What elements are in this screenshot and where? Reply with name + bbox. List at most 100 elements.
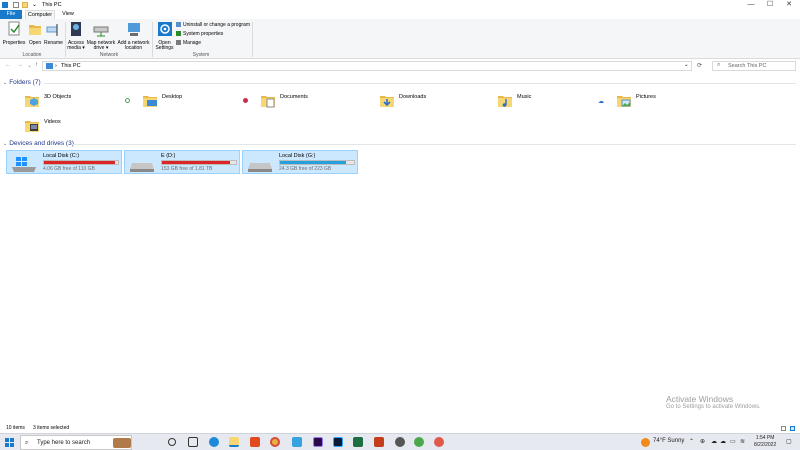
- windows-start-icon[interactable]: [5, 438, 14, 447]
- headphones-app-icon[interactable]: [395, 437, 405, 447]
- system-properties-label: System properties: [183, 31, 224, 37]
- selection-count: 3 items selected: [33, 425, 70, 431]
- refresh-button[interactable]: ⟳: [697, 62, 702, 69]
- address-dropdown-button[interactable]: ⌄: [684, 62, 689, 68]
- drive-usage-fill: [162, 161, 230, 164]
- cloud-icon[interactable]: ☁: [720, 438, 726, 445]
- search-highlight-icon: [113, 438, 131, 448]
- watermark-title: Activate Windows: [666, 394, 734, 404]
- ribbon: Properties Open Rename Location Access m…: [0, 19, 800, 59]
- system-properties-button[interactable]: System properties: [176, 31, 223, 37]
- breadcrumb-this-pc[interactable]: This PC: [61, 63, 81, 69]
- taskbar-search-placeholder: Type here to search: [37, 440, 91, 446]
- forward-button[interactable]: →: [17, 62, 23, 68]
- excel-icon[interactable]: [353, 437, 363, 447]
- folder-name: 3D Objects: [44, 94, 72, 100]
- folder-pictures[interactable]: Pictures: [616, 92, 726, 112]
- utorrent-icon[interactable]: [414, 437, 424, 447]
- manage-button[interactable]: Manage: [176, 40, 201, 46]
- photos-icon[interactable]: [292, 437, 302, 447]
- folder-music[interactable]: Music: [497, 92, 607, 112]
- drive-free-space: 153 GB free of 1.81 TB: [161, 166, 213, 172]
- this-pc-icon: [46, 63, 53, 69]
- edge-icon[interactable]: [209, 437, 219, 447]
- rename-button[interactable]: Rename: [44, 21, 63, 46]
- add-network-location-button[interactable]: Add a network location: [117, 21, 150, 52]
- taskbar-clock[interactable]: 1:54 PM 8/22/2022: [754, 435, 776, 449]
- windows-drive-icon: [12, 157, 36, 172]
- drive-usage-fill: [44, 161, 116, 164]
- details-view-icon[interactable]: [781, 426, 786, 431]
- map-network-drive-button[interactable]: Map network drive ▾: [86, 21, 116, 52]
- quick-access-icon[interactable]: [2, 2, 8, 8]
- photoshop-icon[interactable]: [333, 437, 343, 447]
- sync-status-icon: [125, 98, 130, 103]
- network-drive-icon: [93, 26, 109, 37]
- tab-computer[interactable]: Computer: [25, 10, 55, 19]
- title-bar: ⌄ This PC — ☐ ✕: [0, 0, 800, 10]
- folder-downloads[interactable]: Downloads: [379, 92, 489, 112]
- group-network-label: Network: [99, 52, 119, 58]
- address-bar-row: ← → ⌄ ↑ › This PC ⌄ ⟳ ⌕ Search This PC: [0, 59, 800, 73]
- ribbon-tabs: File Computer View: [0, 10, 800, 19]
- battery-icon[interactable]: ▭: [730, 438, 736, 445]
- add-network-location-label: Add a network location: [117, 39, 150, 51]
- whatsapp-icon[interactable]: [434, 437, 444, 447]
- back-button[interactable]: ←: [5, 62, 11, 68]
- show-hidden-icons-icon[interactable]: ⌃: [689, 438, 694, 445]
- weather-text[interactable]: 74°F Sunny: [653, 438, 684, 444]
- properties-button[interactable]: Properties: [2, 21, 26, 46]
- cloud-sync-icon: ☁: [598, 99, 604, 105]
- drive-tile[interactable]: Local Disk (C:) 4.06 GB free of 110 GB: [6, 150, 122, 174]
- videos-folder-icon: [25, 121, 39, 132]
- close-button[interactable]: ✕: [778, 0, 800, 10]
- folders-section-header[interactable]: ⌄ Folders (7): [0, 79, 800, 87]
- devices-section-header[interactable]: ⌄ Devices and drives (3): [0, 140, 800, 148]
- wifi-icon[interactable]: ≋: [740, 438, 745, 445]
- tab-file[interactable]: File: [0, 10, 22, 19]
- folder-videos[interactable]: Videos: [24, 117, 134, 137]
- watermark-subtitle: Go to Settings to activate Windows.: [666, 404, 761, 410]
- powerpoint-icon[interactable]: [374, 437, 384, 447]
- hard-drive-icon: [248, 163, 272, 172]
- path-separator: ›: [55, 63, 57, 69]
- open-label: Open: [28, 39, 42, 46]
- folder-3d-objects[interactable]: 3D Objects: [24, 92, 134, 112]
- customize-quick-access-icon[interactable]: ⌄: [32, 1, 37, 8]
- drive-tile[interactable]: E (D:) 153 GB free of 1.81 TB: [124, 150, 240, 174]
- open-settings-button[interactable]: Open Settings: [155, 21, 174, 52]
- map-network-drive-label: Map network drive ▾: [86, 39, 116, 51]
- large-icons-view-icon[interactable]: [790, 426, 795, 431]
- recent-locations-button[interactable]: ⌄: [27, 62, 32, 69]
- drive-tile[interactable]: Local Disk (G:) 24.3 GB free of 223 GB: [242, 150, 358, 174]
- notifications-icon[interactable]: ▢: [786, 438, 792, 445]
- premiere-icon[interactable]: [313, 437, 323, 447]
- task-view-icon[interactable]: [188, 437, 198, 447]
- onedrive-icon[interactable]: ☁: [711, 438, 717, 445]
- tab-view[interactable]: View: [58, 10, 78, 19]
- network-icon[interactable]: ⊕: [700, 438, 705, 445]
- drive-usage-bar: [161, 160, 237, 165]
- open-button[interactable]: Open: [27, 21, 43, 46]
- address-input[interactable]: › This PC ⌄: [42, 61, 692, 71]
- folder-name: Downloads: [399, 94, 427, 100]
- search-input[interactable]: ⌕ Search This PC: [712, 61, 796, 71]
- downloads-folder-icon: [380, 96, 394, 107]
- drive-usage-bar: [43, 160, 119, 165]
- up-button[interactable]: ↑: [35, 62, 38, 68]
- chrome-icon[interactable]: [270, 437, 280, 447]
- office-icon[interactable]: [250, 437, 260, 447]
- status-bar: 10 items 3 items selected: [0, 424, 800, 433]
- cortana-icon[interactable]: [168, 438, 176, 446]
- taskbar: ⌕ Type here to search 74°F Sunny ⌃ ⊕ ☁ ☁…: [0, 433, 800, 450]
- taskbar-search-input[interactable]: ⌕ Type here to search: [20, 435, 132, 450]
- uninstall-program-button[interactable]: Uninstall or change a program: [176, 22, 250, 28]
- folder-desktop[interactable]: Desktop: [142, 92, 252, 112]
- 3d-objects-icon: [25, 96, 39, 107]
- properties-quick-icon[interactable]: [13, 2, 19, 8]
- access-media-button[interactable]: Access media ▾: [67, 21, 85, 52]
- new-folder-quick-icon[interactable]: [22, 2, 28, 8]
- uninstall-icon: [176, 22, 181, 28]
- folder-documents[interactable]: Documents: [260, 92, 370, 112]
- file-explorer-icon[interactable]: [229, 437, 239, 447]
